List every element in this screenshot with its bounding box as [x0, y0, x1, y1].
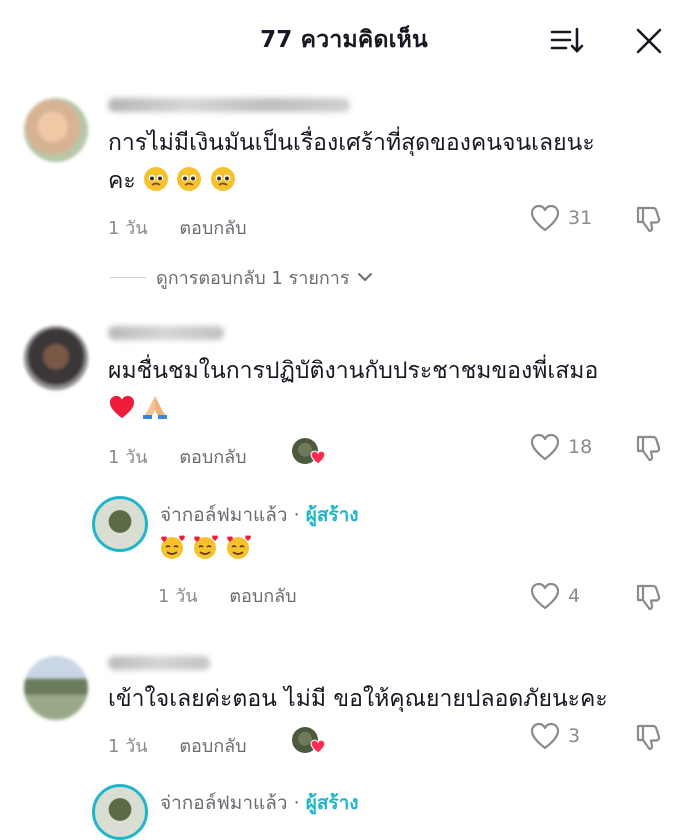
like-count: 18 — [568, 436, 593, 458]
smiling-face-with-hearts-icon — [161, 535, 185, 559]
reply-button[interactable]: ตอบกลับ — [179, 736, 246, 757]
creator-avatar[interactable] — [92, 784, 148, 840]
comment-text: การไม่มีเงินมันเป็นเรื่องเศร้าที่สุดของค… — [108, 124, 595, 162]
comment-time: 1 วัน — [108, 218, 148, 239]
reply-time: 1 วัน — [158, 586, 198, 607]
comments-title: 77 ความคิดเห็น — [260, 27, 428, 53]
sort-icon[interactable] — [548, 24, 584, 58]
creator-liked-heart-icon — [310, 450, 326, 465]
folded-hands-icon — [143, 396, 168, 419]
comments-header: 77 ความคิดเห็น — [0, 0, 688, 80]
dislike-icon[interactable] — [634, 204, 664, 234]
comment-text-line1: การไม่มีเงินมันเป็นเรื่องเศร้าที่สุดของค… — [108, 130, 595, 156]
view-replies-label: ดูการตอบกลับ 1 รายการ — [156, 267, 350, 289]
creator-badge: ผู้สร้าง — [305, 792, 359, 814]
creator-name[interactable]: จ่ากอล์ฟมาแล้ว — [160, 504, 288, 526]
comment-meta: 1 วัน ตอบกลับ — [108, 213, 273, 242]
divider — [110, 276, 146, 278]
heart-outline-icon[interactable] — [530, 433, 560, 461]
avatar[interactable] — [24, 326, 88, 390]
dislike-icon[interactable] — [634, 722, 664, 752]
heart-outline-icon[interactable] — [530, 722, 560, 750]
username-blurred[interactable] — [108, 98, 350, 112]
comment-meta: 1 วัน ตอบกลับ — [108, 731, 273, 760]
creator-badge: ผู้สร้าง — [305, 504, 359, 526]
red-heart-icon — [109, 395, 135, 419]
comment-text-second-line: คะ — [108, 162, 236, 200]
comment-text: ผมชื่นชมในการปฏิบัติงานกับประชาชมของพี่เ… — [108, 352, 598, 390]
creator-liked-heart-icon — [310, 739, 326, 754]
comment-time: 1 วัน — [108, 736, 148, 757]
reply-meta: 1 วัน ตอบกลับ — [158, 581, 323, 610]
name-separator: · — [287, 504, 306, 526]
comment-text-line2: คะ — [108, 168, 136, 194]
comment-emojis — [108, 394, 169, 424]
reply-button[interactable]: ตอบกลับ — [179, 447, 246, 468]
reply-emojis — [158, 533, 252, 565]
comment-text-line1: ผมชื่นชมในการปฏิบัติงานกับประชาชมของพี่เ… — [108, 358, 599, 384]
comment-meta: 1 วัน ตอบกลับ — [108, 442, 273, 471]
close-icon[interactable] — [634, 26, 664, 56]
chevron-down-icon — [357, 273, 372, 281]
view-replies-button[interactable]: ดูการตอบกลับ 1 รายการ — [110, 262, 374, 292]
creator-avatar[interactable] — [92, 496, 148, 552]
creator-name[interactable]: จ่ากอล์ฟมาแล้ว — [160, 792, 288, 814]
creator-name-line: จ่ากอล์ฟมาแล้ว · ผู้สร้าง — [160, 500, 359, 530]
smiling-face-with-hearts-icon — [194, 535, 218, 559]
pleading-face-emoji-icon — [143, 167, 236, 194]
avatar[interactable] — [24, 98, 88, 162]
heart-outline-icon[interactable] — [530, 582, 560, 610]
like-count: 3 — [568, 725, 581, 747]
comment-time: 1 วัน — [108, 447, 148, 468]
reply-button[interactable]: ตอบกลับ — [229, 586, 296, 607]
dislike-icon[interactable] — [634, 433, 664, 463]
username-blurred[interactable] — [108, 326, 224, 340]
smiling-face-with-hearts-icon — [227, 535, 252, 559]
comment-text: เข้าใจเลยค่ะตอน ไม่มี ขอให้คุณยายปลอดภัย… — [108, 680, 608, 718]
comment-text-line1: เข้าใจเลยค่ะตอน ไม่มี ขอให้คุณยายปลอดภัย… — [108, 686, 608, 712]
heart-outline-icon[interactable] — [530, 204, 560, 232]
username-blurred[interactable] — [108, 656, 210, 670]
like-count: 4 — [568, 585, 581, 607]
reply-button[interactable]: ตอบกลับ — [179, 218, 246, 239]
creator-name-line: จ่ากอล์ฟมาแล้ว · ผู้สร้าง — [160, 792, 359, 814]
dislike-icon[interactable] — [634, 582, 664, 612]
avatar[interactable] — [24, 656, 88, 720]
like-count: 31 — [568, 207, 593, 229]
